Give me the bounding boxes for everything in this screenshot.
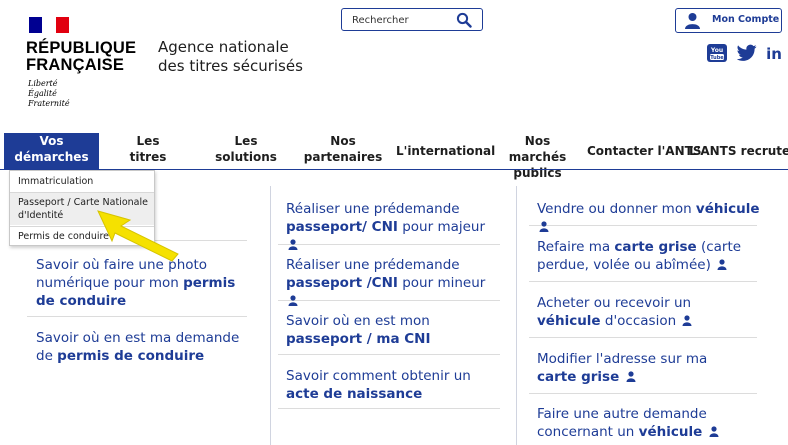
twitter-icon[interactable] (736, 44, 757, 62)
column-divider (516, 186, 517, 445)
column-divider (270, 186, 271, 445)
link-keyword: acte de naissance (286, 386, 423, 402)
link-separator (278, 408, 500, 409)
link-text: pour majeur (397, 219, 486, 235)
link-keyword: carte grise (614, 239, 697, 255)
search-input[interactable] (352, 12, 452, 28)
link-separator (529, 393, 757, 394)
nav-les-titres[interactable]: Les titres (113, 133, 183, 169)
youtube-icon[interactable]: You Tube (707, 44, 727, 62)
link-autre-demande-vehicule[interactable]: Faire une autre demande concernant un vé… (537, 405, 737, 441)
link-refaire-carte-grise[interactable]: Refaire ma carte grise (carte perdue, vo… (537, 238, 742, 274)
link-acheter-vehicule-occasion[interactable]: Acheter ou recevoir un véhicule d'occasi… (537, 294, 752, 330)
motto-line-egalite: Égalité (28, 89, 57, 98)
nav-label-line: solutions (215, 150, 277, 164)
nav-label-line: marchés publics (508, 150, 567, 180)
nav-label-line: démarches (14, 150, 89, 164)
republique-francaise-logo-text[interactable]: RÉPUBLIQUE FRANÇAISE (26, 40, 146, 74)
nav-label-line: Contacter l'ANTS (587, 144, 702, 158)
nav-label-line: Nos (330, 134, 356, 148)
republique-line-2: FRANÇAISE (26, 56, 125, 74)
link-text: d'occasion (600, 313, 677, 329)
svg-text:You: You (710, 47, 723, 54)
link-text: pour mineur (397, 275, 486, 291)
linkedin-text: in (766, 45, 782, 62)
nav-label-line: Les (136, 134, 160, 148)
link-text: Acheter ou recevoir un (537, 295, 692, 311)
link-separator (529, 337, 757, 338)
link-keyword: permis de conduire (57, 348, 205, 364)
link-text: Savoir où en est mon (286, 313, 430, 329)
link-keyword: véhicule (695, 201, 760, 217)
motto: Liberté Égalité Fraternité (28, 79, 108, 109)
link-text: Modifier l'adresse sur ma (537, 351, 708, 367)
nav-label-line: partenaires (303, 150, 383, 164)
svg-text:Tube: Tube (710, 55, 724, 61)
person-icon (626, 371, 636, 382)
user-icon (685, 13, 700, 29)
nav-label-line: Vos (39, 134, 64, 148)
link-text: Savoir comment obtenir un (286, 368, 471, 384)
republique-line-1: RÉPUBLIQUE (26, 39, 137, 57)
link-keyword: véhicule (638, 424, 703, 440)
demarches-dropdown-menu: Immatriculation Passeport / Carte Nation… (9, 170, 155, 246)
link-acte-de-naissance[interactable]: Savoir comment obtenir un acte de naissa… (286, 367, 501, 403)
nav-international[interactable]: L'international (396, 133, 496, 169)
dropdown-item-immatriculation[interactable]: Immatriculation (10, 175, 154, 188)
nav-nos-partenaires[interactable]: Nos partenaires (303, 133, 383, 169)
linkedin-icon[interactable]: in (765, 44, 783, 63)
nav-label-line: Les (234, 134, 258, 148)
link-text: Savoir où faire une photo numérique pour… (36, 257, 208, 291)
agency-name-line-1: Agence nationale (158, 38, 289, 56)
link-separator (278, 354, 500, 355)
nav-contacter-ants[interactable]: Contacter l'ANTS (587, 133, 702, 169)
motto-line-liberte: Liberté (28, 79, 58, 88)
person-icon (717, 259, 727, 270)
person-icon (288, 239, 298, 250)
account-button[interactable]: Mon Compte (675, 8, 782, 33)
person-icon (682, 315, 692, 326)
link-text: Réaliser une prédemande (286, 201, 460, 217)
link-vendre-vehicule[interactable]: Vendre ou donner mon véhicule (537, 200, 767, 236)
nav-label-line: L'ANTS recrute (689, 144, 788, 158)
republique-flag (29, 17, 69, 33)
link-keyword: passeport/ CNI (286, 219, 398, 235)
nav-label-line: Nos (524, 134, 551, 148)
search-box[interactable] (341, 8, 483, 31)
link-text: Réaliser une prédemande (286, 257, 460, 273)
person-icon (539, 221, 549, 232)
link-predemande-majeur[interactable]: Réaliser une prédemande passeport/ CNI p… (286, 200, 501, 254)
account-label: Mon Compte (712, 14, 780, 25)
dropdown-item-permis-de-conduire[interactable]: Permis de conduire (10, 230, 154, 243)
link-suivi-passeport-cni[interactable]: Savoir où en est mon passeport / ma CNI (286, 312, 501, 348)
nav-nos-marches-publics[interactable]: Nos marchés publics (490, 133, 585, 180)
nav-label-line: titres (129, 150, 167, 164)
link-separator (27, 316, 247, 317)
link-predemande-mineur[interactable]: Réaliser une prédemande passeport /CNI p… (286, 256, 501, 310)
agency-name-line-2: des titres sécurisés (158, 57, 303, 75)
dropdown-divider (10, 226, 154, 227)
link-keyword: passeport /CNI (286, 275, 398, 291)
link-photo-permis[interactable]: Savoir où faire une photo numérique pour… (36, 256, 246, 310)
dropdown-item-passeport-cni[interactable]: Passeport / Carte Nationale d'Identité (10, 193, 154, 225)
nav-les-solutions[interactable]: Les solutions (206, 133, 286, 169)
link-keyword: passeport / ma CNI (286, 331, 431, 347)
link-modifier-adresse-carte-grise[interactable]: Modifier l'adresse sur ma carte grise (537, 350, 737, 386)
link-separator (529, 281, 757, 282)
person-icon (709, 426, 719, 437)
link-keyword: véhicule (537, 313, 601, 329)
nav-ants-recrute[interactable]: L'ANTS recrute (689, 133, 788, 169)
link-text: Refaire ma (537, 239, 615, 255)
search-icon[interactable] (456, 12, 472, 28)
link-suivi-permis[interactable]: Savoir où en est ma demande de permis de… (36, 329, 246, 365)
link-text: Vendre ou donner mon (537, 201, 696, 217)
nav-vos-demarches[interactable]: Vos démarches (4, 133, 99, 169)
agency-name[interactable]: Agence nationale des titres sécurisés (158, 38, 358, 76)
link-keyword: carte grise (537, 369, 620, 385)
person-icon (288, 295, 298, 306)
nav-label-line: L'international (396, 144, 496, 158)
motto-line-fraternite: Fraternité (28, 99, 70, 108)
